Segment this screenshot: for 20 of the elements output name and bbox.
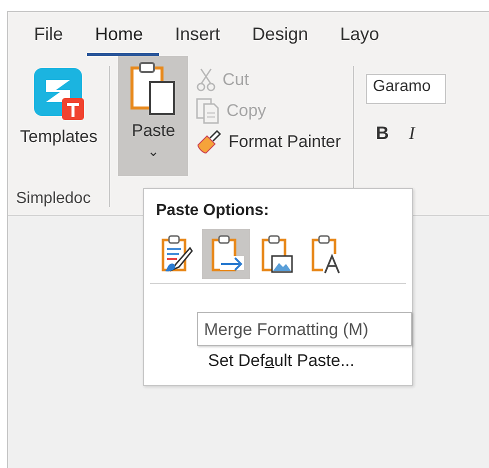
italic-button[interactable]: I xyxy=(398,120,425,147)
font-name-field[interactable]: Garamo xyxy=(366,74,446,104)
scissors-icon xyxy=(196,68,216,92)
group-label: Simpledoc xyxy=(16,189,92,209)
painter-button[interactable]: Format Painter xyxy=(192,126,345,157)
menu-heading: Paste Options: xyxy=(155,201,270,221)
paintbrush-icon xyxy=(196,128,222,154)
ribbon-tab[interactable]: Home xyxy=(87,12,160,56)
menu-item[interactable]: Set Default Paste... xyxy=(144,348,354,374)
ribbon-tab[interactable]: Design xyxy=(244,12,324,56)
ribbon-tab[interactable]: Layo xyxy=(332,12,396,56)
tooltip: Merge Formatting (M) xyxy=(197,312,412,346)
templates-button[interactable]: Templates xyxy=(16,64,102,152)
bold-button[interactable]: B xyxy=(366,120,399,147)
ribbon-tab[interactable]: File xyxy=(26,12,80,56)
copy-icon xyxy=(196,98,220,124)
caret-icon: ⌄ xyxy=(147,144,160,158)
clipboard-icon xyxy=(129,60,178,118)
paste-button[interactable]: Paste ⌄ xyxy=(118,56,188,176)
ribbon-tab[interactable]: Insert xyxy=(167,12,236,56)
